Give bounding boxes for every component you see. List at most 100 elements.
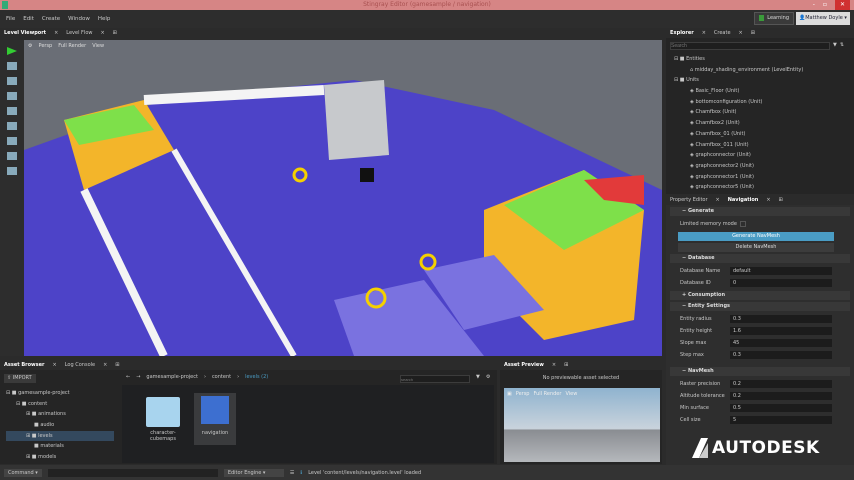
section-entity-settings[interactable]: − Entity Settings — [670, 302, 850, 311]
tree-item[interactable]: ◈ Chamfbox (Unit) — [674, 107, 854, 118]
sort-icon[interactable]: ⇅ — [840, 42, 844, 50]
tab-explorer[interactable]: Explorer — [670, 30, 694, 36]
entity-radius-field[interactable]: 0.3 — [730, 315, 832, 323]
breadcrumb-item[interactable]: content — [212, 374, 231, 380]
forward-icon[interactable]: → — [136, 374, 140, 380]
menu-file[interactable]: File — [6, 16, 15, 22]
physics-icon[interactable] — [7, 167, 17, 175]
tree-item[interactable]: ◈ graphconnector2 (Unit) — [674, 161, 854, 172]
section-navmesh[interactable]: − NavMesh — [670, 367, 850, 376]
tree-group-entities[interactable]: ⊟ ■ Entities — [674, 54, 854, 65]
snap-icon[interactable] — [7, 122, 17, 130]
menu-help[interactable]: Help — [98, 16, 111, 22]
entity-height-field[interactable]: 1.6 — [730, 327, 832, 335]
database-name-field[interactable]: default — [730, 267, 832, 275]
tab-navigation[interactable]: Navigation — [728, 197, 759, 203]
learning-button[interactable]: Learning — [754, 12, 794, 25]
maximize-button[interactable]: ▫ — [823, 0, 827, 10]
engine-dropdown[interactable]: Editor Engine ▾ — [223, 468, 284, 477]
minimize-button[interactable]: - — [813, 0, 815, 10]
step-max-field[interactable]: 0.3 — [730, 351, 832, 359]
tree-item[interactable]: ◈ bottomconfiguration (Unit) — [674, 97, 854, 108]
asset-search-input[interactable] — [400, 375, 470, 383]
render-mode-button[interactable]: Full Render — [533, 391, 561, 397]
tree-item[interactable]: ◈ Basic_Floor (Unit) — [674, 86, 854, 97]
gamepad-icon[interactable] — [7, 62, 17, 70]
section-database[interactable]: − Database — [670, 254, 850, 263]
tree-item[interactable]: ◈ Chamfbox2 (Unit) — [674, 118, 854, 129]
import-button[interactable]: ⇪ IMPORT — [4, 374, 36, 383]
min-surface-field[interactable]: 0.5 — [730, 404, 832, 412]
tree-item[interactable]: ◈ Chamfbox_011 (Unit) — [674, 140, 854, 151]
add-tab-button[interactable]: ⊞ — [779, 197, 783, 203]
folder-item[interactable]: ■ audio — [6, 420, 114, 431]
move-icon[interactable] — [7, 77, 17, 85]
menu-create[interactable]: Create — [42, 16, 60, 22]
command-dropdown[interactable]: Command ▾ — [4, 468, 42, 477]
close-button[interactable]: ✕ — [834, 0, 850, 10]
persp-button[interactable]: Persp — [38, 43, 52, 49]
view-button[interactable]: View — [92, 43, 104, 49]
slope-max-field[interactable]: 45 — [730, 339, 832, 347]
limited-memory-checkbox[interactable] — [740, 221, 746, 227]
camera-icon[interactable]: ▣ — [507, 391, 512, 397]
tree-item[interactable]: ◈ graphconnector (Unit) — [674, 150, 854, 161]
folder-item[interactable]: ⊞ ■ animations — [6, 409, 114, 420]
persp-button[interactable]: Persp — [516, 391, 530, 397]
tab-level-viewport[interactable]: Level Viewport — [4, 30, 46, 36]
asset-item-folder[interactable]: character-cubemaps — [142, 397, 184, 442]
folder-item[interactable]: ⊟ ■ gamesample-project — [6, 388, 114, 399]
folder-item[interactable]: ⊞ ■ models — [6, 452, 114, 463]
menu-bar: File Edit Create Window Help — [0, 10, 854, 28]
add-tab-button[interactable]: ⊞ — [113, 30, 117, 36]
tree-item[interactable]: ⌂ midday_shading_environment (LevelEntit… — [674, 65, 854, 76]
asset-item-level[interactable]: navigation — [194, 393, 236, 445]
add-tab-button[interactable]: ⊞ — [564, 362, 568, 368]
render-mode-button[interactable]: Full Render — [58, 43, 86, 49]
generate-navmesh-button[interactable]: Generate NavMesh — [678, 232, 834, 241]
preview-viewport[interactable]: ▣ Persp Full Render View — [504, 388, 660, 462]
level-viewport[interactable] — [24, 40, 662, 356]
cell-size-field[interactable]: 5 — [730, 416, 832, 424]
raster-precision-field[interactable]: 0.2 — [730, 380, 832, 388]
tab-log-console[interactable]: Log Console — [65, 362, 95, 368]
scale-icon[interactable] — [7, 107, 17, 115]
section-generate[interactable]: − Generate — [670, 207, 850, 216]
explorer-search-input[interactable] — [670, 42, 830, 50]
delete-navmesh-button[interactable]: Delete NavMesh — [678, 243, 834, 252]
filter-icon[interactable]: ▼ — [833, 42, 837, 50]
filter-icon[interactable]: ▼ — [476, 374, 480, 380]
tab-create[interactable]: Create — [714, 30, 731, 36]
tree-item[interactable]: ◈ Chamfbox_01 (Unit) — [674, 129, 854, 140]
tree-item[interactable]: ◈ graphconnector5 (Unit) — [674, 182, 854, 193]
tab-level-flow[interactable]: Level Flow — [66, 30, 92, 36]
back-icon[interactable]: ← — [126, 374, 130, 380]
breadcrumb-item[interactable]: gamesample-project — [146, 374, 198, 380]
database-id-field[interactable]: 0 — [730, 279, 832, 287]
settings-icon[interactable]: ⚙ — [28, 43, 32, 49]
tab-property-editor[interactable]: Property Editor — [670, 197, 708, 203]
altitude-tolerance-field[interactable]: 0.2 — [730, 392, 832, 400]
log-list-icon[interactable]: ☰ — [290, 470, 294, 476]
layers-icon[interactable] — [7, 137, 17, 145]
tab-asset-browser[interactable]: Asset Browser — [4, 362, 45, 368]
folder-item[interactable]: ⊟ ■ content — [6, 399, 114, 410]
tree-item[interactable]: ◈ graphconnector1 (Unit) — [674, 172, 854, 183]
settings-icon[interactable]: ⚙ — [486, 374, 490, 380]
add-tab-button[interactable]: ⊞ — [751, 30, 755, 36]
rotate-icon[interactable] — [7, 92, 17, 100]
view-button[interactable]: View — [565, 391, 577, 397]
tab-asset-preview[interactable]: Asset Preview — [504, 362, 544, 368]
tree-group-units[interactable]: ⊟ ■ Units — [674, 75, 854, 86]
play-icon[interactable] — [7, 47, 17, 55]
folder-item-selected[interactable]: ⊞ ■ levels — [6, 430, 114, 442]
add-tab-button[interactable]: ⊞ — [115, 362, 119, 368]
folder-item[interactable]: ■ materials — [6, 441, 114, 452]
command-input[interactable] — [47, 468, 218, 477]
breadcrumb-item[interactable]: levels (2) — [245, 374, 268, 380]
menu-edit[interactable]: Edit — [23, 16, 34, 22]
user-menu[interactable]: 👤Matthew Doyle ▾ — [796, 12, 850, 25]
menu-window[interactable]: Window — [68, 16, 90, 22]
section-consumption[interactable]: + Consumption — [670, 291, 850, 300]
terrain-icon[interactable] — [7, 152, 17, 160]
